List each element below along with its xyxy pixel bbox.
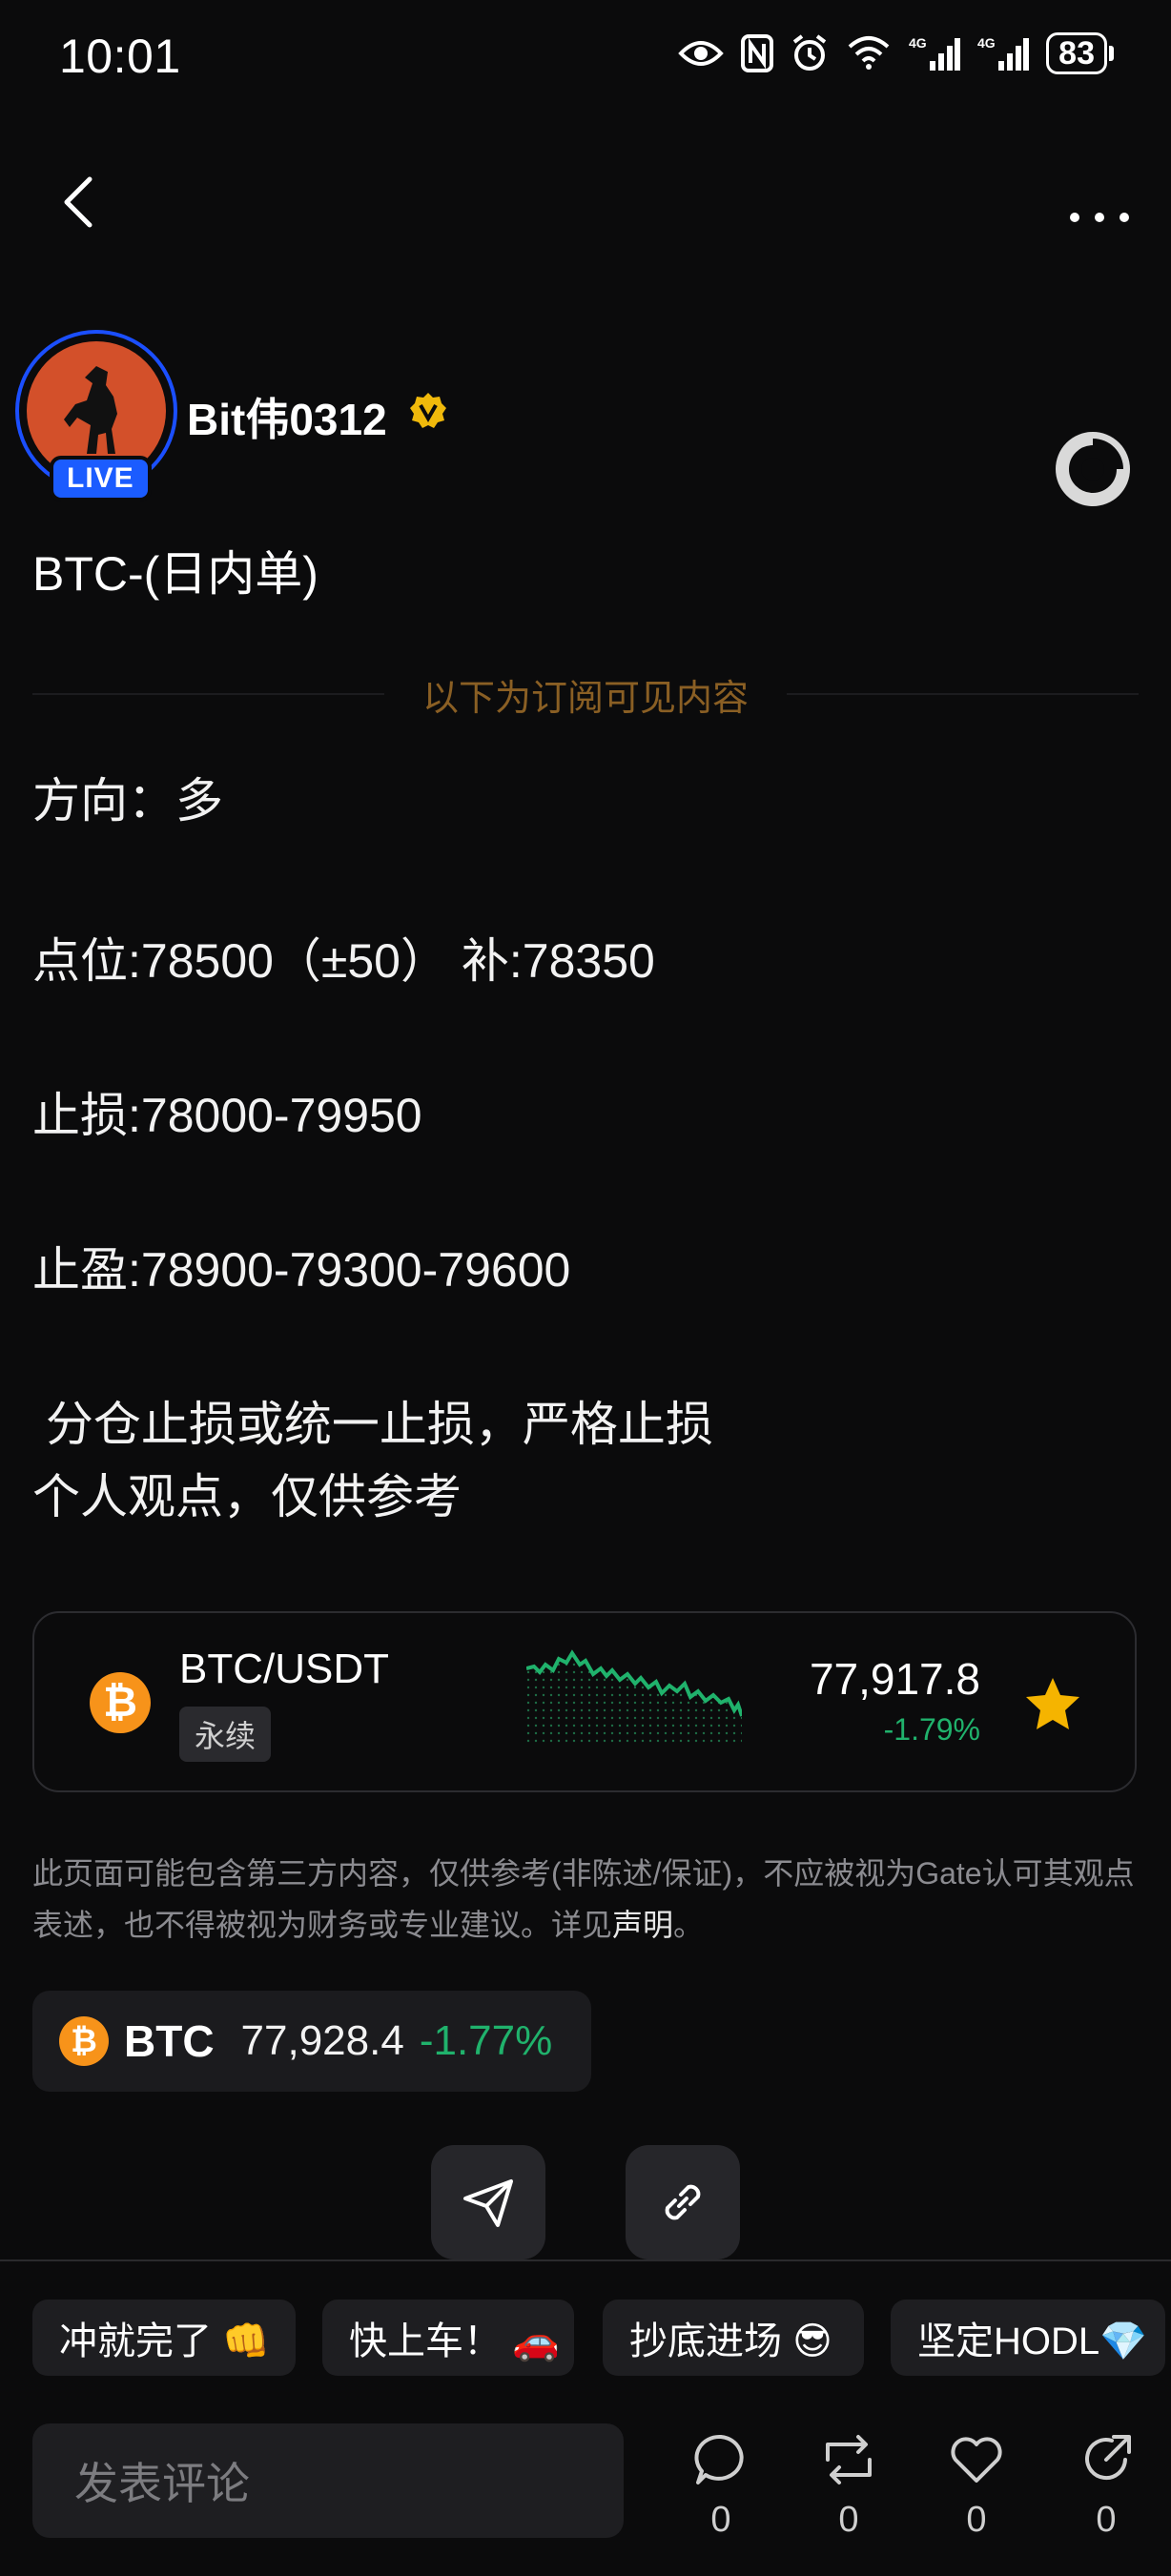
post-note-2: 个人观点，仅供参考 <box>32 1470 462 1523</box>
repost-button[interactable]: 0 <box>811 2431 887 2541</box>
subscriber-divider: 以下为订阅可见内容 <box>32 675 1140 719</box>
more-dots-icon <box>1070 213 1129 222</box>
more-options-button[interactable] <box>1068 187 1131 224</box>
comment-input[interactable]: 发表评论 <box>32 2423 624 2538</box>
price-sparkline <box>526 1649 742 1743</box>
comment-button[interactable]: 0 <box>683 2431 759 2541</box>
share-button[interactable]: 0 <box>1068 2431 1144 2541</box>
horse-logo-icon <box>64 366 117 454</box>
disclaimer-link[interactable]: 声明 <box>612 1908 673 1942</box>
market-change: -1.79% <box>883 1712 980 1747</box>
paper-plane-icon <box>463 2179 513 2227</box>
bitcoin-icon: ₿ <box>90 1672 151 1733</box>
post-title: BTC-(日内单) <box>32 547 318 601</box>
live-badge: LIVE <box>50 456 152 501</box>
share-count: 0 <box>1096 2500 1117 2540</box>
quick-reply-chip[interactable]: 坚定HODL💎 <box>891 2300 1165 2376</box>
market-card[interactable]: ₿ BTC/USDT 永续 77,917.8 -1.79% <box>32 1611 1137 1792</box>
link-icon <box>665 2184 701 2220</box>
verified-badge-icon <box>408 391 448 436</box>
post-stop-loss: 止损:78000-79950 <box>32 1089 422 1142</box>
alarm-icon <box>792 34 827 71</box>
market-price: 77,917.8 <box>809 1654 980 1704</box>
quick-reply-chip[interactable]: 冲就完了 👊 <box>32 2300 296 2376</box>
nfc-icon <box>741 34 774 72</box>
like-count: 0 <box>966 2500 987 2540</box>
ticker-pill[interactable]: ₿ BTC 77,928.4 -1.77% <box>32 1991 591 2092</box>
progress-ring-icon[interactable] <box>1053 429 1133 514</box>
status-time: 10:01 <box>59 30 181 83</box>
svg-text:4G: 4G <box>977 35 996 51</box>
bottom-action-bar: 冲就完了 👊 快上车！ 🚗 抄底进场 😎 坚定HODL💎 发表评论 0 0 0 … <box>0 2259 1171 2576</box>
market-pair: BTC/USDT <box>179 1646 389 1692</box>
disclaimer: 此页面可能包含第三方内容，仅供参考(非陈述/保证)，不应被视为Gate认可其观点… <box>32 1856 1135 1942</box>
post-entry: 点位:78500（±50） 补:78350 <box>32 934 655 988</box>
battery-indicator: 83 <box>1046 32 1114 74</box>
status-icons: 4G 4G 83 <box>678 32 1114 74</box>
signal-4g-icon-2: 4G <box>977 35 1030 71</box>
quick-reply-chip[interactable]: 抄底进场 😎 <box>603 2300 864 2376</box>
share-arrow-icon <box>1085 2435 1131 2481</box>
comment-count: 0 <box>710 2500 731 2540</box>
post-note-1: 分仓止损或统一止损，严格止损 <box>32 1398 713 1451</box>
ticker-change: -1.77% <box>419 2017 553 2064</box>
eye-icon <box>678 41 724 66</box>
subscriber-notice: 以下为订阅可见内容 <box>422 678 750 719</box>
quick-reply-chip[interactable]: 快上车！ 🚗 <box>322 2300 574 2376</box>
ticker-symbol: BTC <box>124 2016 215 2066</box>
copy-link-button[interactable] <box>626 2145 740 2259</box>
svg-text:4G: 4G <box>909 35 927 51</box>
heart-icon <box>951 2437 1002 2483</box>
ticker-price: 77,928.4 <box>240 2017 404 2064</box>
bitcoin-icon: ₿ <box>59 2016 109 2066</box>
post-take-profit: 止盈:78900-79300-79600 <box>32 1243 571 1297</box>
wifi-icon <box>848 36 890 70</box>
chevron-left-icon <box>64 176 92 228</box>
like-button[interactable]: 0 <box>938 2431 1015 2541</box>
comment-bubble-icon <box>694 2434 744 2484</box>
back-button[interactable] <box>59 174 97 235</box>
post-direction: 方向：多 <box>32 774 223 828</box>
repost-icon <box>826 2435 872 2484</box>
contract-type-tag: 永续 <box>179 1707 272 1762</box>
send-button[interactable] <box>431 2145 545 2259</box>
repost-count: 0 <box>838 2500 859 2540</box>
signal-4g-icon: 4G <box>909 35 961 71</box>
author-name[interactable]: Bit伟0312 <box>187 385 387 448</box>
star-icon[interactable] <box>1024 1676 1081 1736</box>
